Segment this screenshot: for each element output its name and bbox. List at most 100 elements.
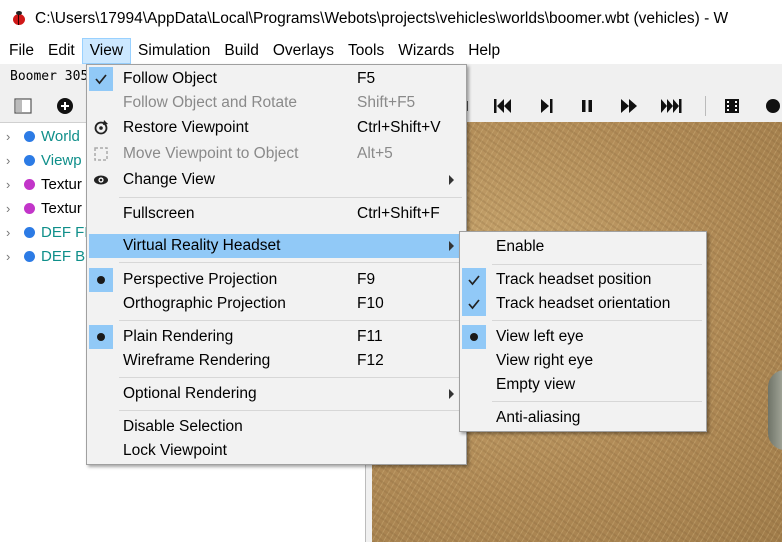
menu-build[interactable]: Build (217, 38, 265, 64)
record-button[interactable] (765, 96, 781, 116)
checkmark-icon (462, 292, 486, 316)
menu-item-label: Virtual Reality Headset (123, 237, 281, 254)
menu-separator (119, 197, 462, 198)
menu-item-label: View left eye (496, 328, 584, 345)
step-icon (541, 99, 553, 113)
menu-item-shortcut: Ctrl+Shift+F (357, 205, 440, 222)
menu-separator (119, 410, 462, 411)
view-menu: Follow Object F5 Follow Object and Rotat… (86, 64, 467, 465)
menu-item-label: Empty view (496, 376, 576, 393)
menu-bar: File Edit View Simulation Build Overlays… (0, 38, 782, 64)
submenu-item-track-position[interactable]: Track headset position (462, 268, 704, 292)
tree-item[interactable]: › DEF BC (0, 244, 96, 268)
menu-item-label: Follow Object and Rotate (123, 94, 298, 111)
tree-item[interactable]: › Textur (0, 172, 82, 196)
submenu-item-enable[interactable]: Enable (462, 235, 704, 259)
menu-separator (492, 320, 702, 321)
menu-item-shortcut: Ctrl+Shift+V (357, 119, 441, 136)
fastest-icon (661, 99, 682, 113)
submenu-item-track-orientation[interactable]: Track headset orientation (462, 292, 704, 316)
tree-item-label: Textur (41, 199, 82, 217)
tree-item-label: DEF FL (41, 223, 93, 241)
pause-button[interactable] (581, 96, 593, 116)
tree-item[interactable]: › DEF FL (0, 220, 93, 244)
menu-item-label: Perspective Projection (123, 271, 278, 288)
restore-icon (89, 116, 113, 140)
menu-item-shortcut: F5 (357, 70, 376, 87)
menu-item-lock-viewpoint[interactable]: Lock Viewpoint (89, 439, 464, 463)
menu-item-change-view[interactable]: Change View (89, 168, 464, 192)
node-dot-icon (24, 130, 35, 142)
submenu-item-empty-view[interactable]: Empty view (462, 373, 704, 397)
tree-item[interactable]: › Viewp (0, 148, 82, 172)
plus-circle-icon (57, 98, 73, 114)
menu-item-plain-rendering[interactable]: Plain Rendering F11 (89, 325, 464, 349)
menu-item-follow-object-and-rotate[interactable]: Follow Object and Rotate Shift+F5 (89, 91, 464, 115)
menu-separator (492, 401, 702, 402)
menu-item-fullscreen[interactable]: Fullscreen Ctrl+Shift+F (89, 202, 464, 226)
menu-item-wireframe-rendering[interactable]: Wireframe Rendering F12 (89, 349, 464, 373)
node-dot-icon (24, 250, 35, 262)
menu-item-follow-object[interactable]: Follow Object F5 (89, 67, 464, 91)
tree-item[interactable]: › World (0, 124, 80, 148)
menu-item-label: Fullscreen (123, 205, 195, 222)
menu-view[interactable]: View (81, 38, 132, 64)
vehicle-part[interactable] (768, 370, 782, 450)
menu-tools[interactable]: Tools (341, 38, 391, 64)
menu-wizards[interactable]: Wizards (391, 38, 461, 64)
run-realtime-button[interactable] (620, 96, 638, 116)
radio-selected-icon (89, 268, 113, 292)
tree-item-label: Textur (41, 175, 82, 193)
menu-file[interactable]: File (2, 38, 41, 64)
menu-item-restore-viewpoint[interactable]: Restore Viewpoint Ctrl+Shift+V (89, 116, 464, 140)
toggle-panel-button[interactable] (13, 96, 33, 116)
menu-separator (119, 320, 462, 321)
expand-chevron-icon[interactable]: › (6, 129, 18, 144)
node-dot-icon (24, 178, 35, 190)
toolbar-divider (705, 96, 706, 116)
radio-selected-icon (89, 325, 113, 349)
pause-icon (582, 100, 592, 112)
menu-item-orthographic-projection[interactable]: Orthographic Projection F10 (89, 292, 464, 316)
scene-title: Boomer 305 (10, 69, 89, 84)
menu-item-optional-rendering[interactable]: Optional Rendering (89, 382, 464, 406)
tree-item-label: Viewp (41, 151, 82, 169)
menu-item-label: Track headset orientation (496, 295, 671, 312)
menu-item-label: Plain Rendering (123, 328, 234, 345)
submenu-item-view-right-eye[interactable]: View right eye (462, 349, 704, 373)
menu-help[interactable]: Help (461, 38, 507, 64)
webots-bug-icon (11, 11, 27, 27)
tree-item[interactable]: › Textur (0, 196, 82, 220)
run-fast-button[interactable] (660, 96, 682, 116)
menu-item-shortcut: F9 (357, 271, 376, 288)
menu-item-label: Follow Object (123, 70, 217, 87)
eye-icon (89, 168, 113, 192)
submenu-item-anti-aliasing[interactable]: Anti-aliasing (462, 406, 704, 430)
reset-simulation-button[interactable] (494, 96, 512, 116)
add-node-button[interactable] (55, 96, 75, 116)
submenu-arrow-icon (449, 241, 454, 251)
menu-item-label: Disable Selection (123, 418, 243, 435)
menu-edit[interactable]: Edit (41, 38, 82, 64)
expand-chevron-icon[interactable]: › (6, 249, 18, 264)
menu-separator (119, 377, 462, 378)
menu-item-perspective-projection[interactable]: Perspective Projection F9 (89, 268, 464, 292)
menu-item-vr-headset[interactable]: Virtual Reality Headset (89, 234, 464, 258)
menu-overlays[interactable]: Overlays (266, 38, 341, 64)
menu-item-shortcut: Shift+F5 (357, 94, 416, 111)
menu-item-disable-selection[interactable]: Disable Selection (89, 415, 464, 439)
expand-chevron-icon[interactable]: › (6, 177, 18, 192)
submenu-item-view-left-eye[interactable]: View left eye (462, 325, 704, 349)
step-button[interactable] (540, 96, 554, 116)
expand-chevron-icon[interactable]: › (6, 153, 18, 168)
menu-simulation[interactable]: Simulation (131, 38, 217, 64)
node-dot-icon (24, 226, 35, 238)
move-to-object-icon (89, 142, 113, 166)
checkmark-icon (89, 67, 113, 91)
menu-item-label: Orthographic Projection (123, 295, 286, 312)
expand-chevron-icon[interactable]: › (6, 201, 18, 216)
expand-chevron-icon[interactable]: › (6, 225, 18, 240)
menu-item-shortcut: F10 (357, 295, 384, 312)
menu-item-move-viewpoint[interactable]: Move Viewpoint to Object Alt+5 (89, 142, 464, 166)
record-movie-button[interactable] (724, 96, 740, 116)
